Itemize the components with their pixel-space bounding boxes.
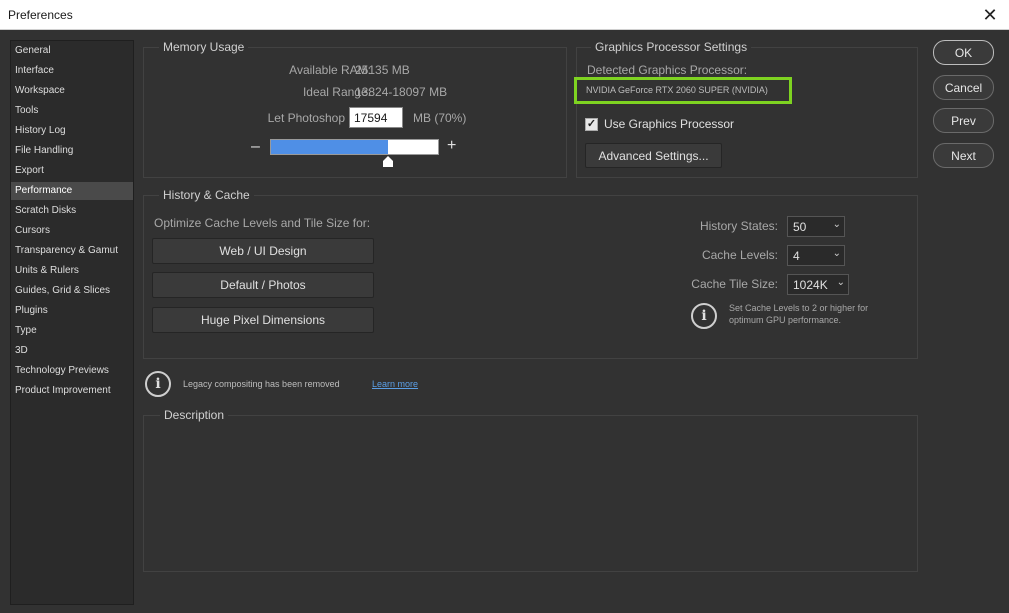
available-ram-value: 25135 MB <box>355 63 410 77</box>
detected-gpu-value: NVIDIA GeForce RTX 2060 SUPER (NVIDIA) <box>586 85 768 95</box>
sidebar-item-type[interactable]: Type <box>11 322 133 340</box>
huge-pixel-dimensions-label: Huge Pixel Dimensions <box>200 313 326 327</box>
history-states-value: 50 <box>793 219 807 234</box>
sidebar-item-tools[interactable]: Tools <box>11 102 133 120</box>
cache-hint-line2: optimum GPU performance. <box>729 315 842 325</box>
sidebar-item-file-handling[interactable]: File Handling <box>11 142 133 160</box>
cache-levels-select[interactable]: 4 ⌄ <box>787 245 845 266</box>
info-icon-glyph: i <box>155 376 161 392</box>
advanced-settings-button[interactable]: Advanced Settings... <box>585 143 722 168</box>
optimize-label: Optimize Cache Levels and Tile Size for: <box>154 216 371 230</box>
window-title: Preferences <box>8 8 73 22</box>
ideal-range-value: 13824-18097 MB <box>355 85 448 99</box>
web-ui-design-label: Web / UI Design <box>219 244 307 258</box>
sidebar-item-product-improvement[interactable]: Product Improvement <box>11 382 133 400</box>
legacy-message: Legacy compositing has been removed <box>183 379 340 389</box>
increase-memory-button[interactable]: + <box>447 137 456 155</box>
huge-pixel-dimensions-button[interactable]: Huge Pixel Dimensions <box>152 307 374 333</box>
memory-slider-track[interactable] <box>270 139 439 155</box>
info-icon: i <box>691 303 717 329</box>
sidebar-item-cursors[interactable]: Cursors <box>11 222 133 240</box>
chevron-down-icon: ⌄ <box>832 219 841 230</box>
photoshop-use-suffix: MB (70%) <box>413 111 467 125</box>
title-bar: Preferences ✕ <box>0 0 1009 30</box>
prev-button[interactable]: Prev <box>933 108 994 133</box>
advanced-settings-label: Advanced Settings... <box>598 148 709 163</box>
cancel-button[interactable]: Cancel <box>933 75 994 100</box>
sidebar: General Interface Workspace Tools History Lo… <box>10 40 134 605</box>
sidebar-item-general[interactable]: General <box>11 42 133 60</box>
sidebar-item-3d[interactable]: 3D <box>11 342 133 360</box>
history-states-label: History States: <box>699 219 778 233</box>
info-icon: i <box>145 371 171 397</box>
ok-button[interactable]: OK <box>933 40 994 65</box>
detected-gpu-label: Detected Graphics Processor: <box>587 63 748 77</box>
close-icon[interactable]: ✕ <box>977 3 1003 27</box>
learn-more-link[interactable]: Learn more <box>372 379 418 389</box>
checkmark-icon: ✓ <box>586 118 597 130</box>
use-gpu-checkbox[interactable]: ✓ <box>585 118 598 131</box>
sidebar-item-transparency-gamut[interactable]: Transparency & Gamut <box>11 242 133 260</box>
sidebar-item-interface[interactable]: Interface <box>11 62 133 80</box>
chevron-down-icon: ⌄ <box>836 277 845 288</box>
default-photos-label: Default / Photos <box>220 278 306 292</box>
sidebar-item-units-rulers[interactable]: Units & Rulers <box>11 262 133 280</box>
memory-slider-fill <box>271 140 388 154</box>
decrease-memory-button[interactable]: – <box>251 138 260 156</box>
sidebar-item-export[interactable]: Export <box>11 162 133 180</box>
chevron-down-icon: ⌄ <box>832 248 841 259</box>
ok-label: OK <box>954 45 973 60</box>
cache-tile-size-value: 1024K <box>793 277 828 292</box>
photoshop-use-input[interactable]: 17594 <box>349 107 403 128</box>
default-photos-button[interactable]: Default / Photos <box>152 272 374 298</box>
info-icon-glyph: i <box>701 308 707 324</box>
history-states-select[interactable]: 50 ⌄ <box>787 216 845 237</box>
cancel-label: Cancel <box>944 80 983 95</box>
sidebar-item-technology-previews[interactable]: Technology Previews <box>11 362 133 380</box>
description-title: Description <box>160 408 229 422</box>
sidebar-item-performance[interactable]: Performance <box>11 182 133 200</box>
sidebar-item-workspace[interactable]: Workspace <box>11 82 133 100</box>
gpu-settings-title: Graphics Processor Settings <box>591 40 752 54</box>
cache-levels-label: Cache Levels: <box>701 248 778 262</box>
cache-levels-value: 4 <box>793 248 800 263</box>
cache-tile-size-label: Cache Tile Size: <box>691 277 778 291</box>
sidebar-item-scratch-disks[interactable]: Scratch Disks <box>11 202 133 220</box>
next-button[interactable]: Next <box>933 143 994 168</box>
memory-usage-title: Memory Usage <box>159 40 249 54</box>
cache-tile-size-select[interactable]: 1024K ⌄ <box>787 274 849 295</box>
photoshop-use-value: 17594 <box>354 110 388 125</box>
sidebar-item-plugins[interactable]: Plugins <box>11 302 133 320</box>
description-group <box>143 415 918 572</box>
next-label: Next <box>951 148 976 163</box>
web-ui-design-button[interactable]: Web / UI Design <box>152 238 374 264</box>
use-gpu-label: Use Graphics Processor <box>604 117 735 131</box>
history-cache-title: History & Cache <box>159 188 254 202</box>
sidebar-item-guides-grid-slices[interactable]: Guides, Grid & Slices <box>11 282 133 300</box>
cache-hint-line1: Set Cache Levels to 2 or higher for <box>729 303 869 313</box>
sidebar-item-history-log[interactable]: History Log <box>11 122 133 140</box>
prev-label: Prev <box>951 113 976 128</box>
